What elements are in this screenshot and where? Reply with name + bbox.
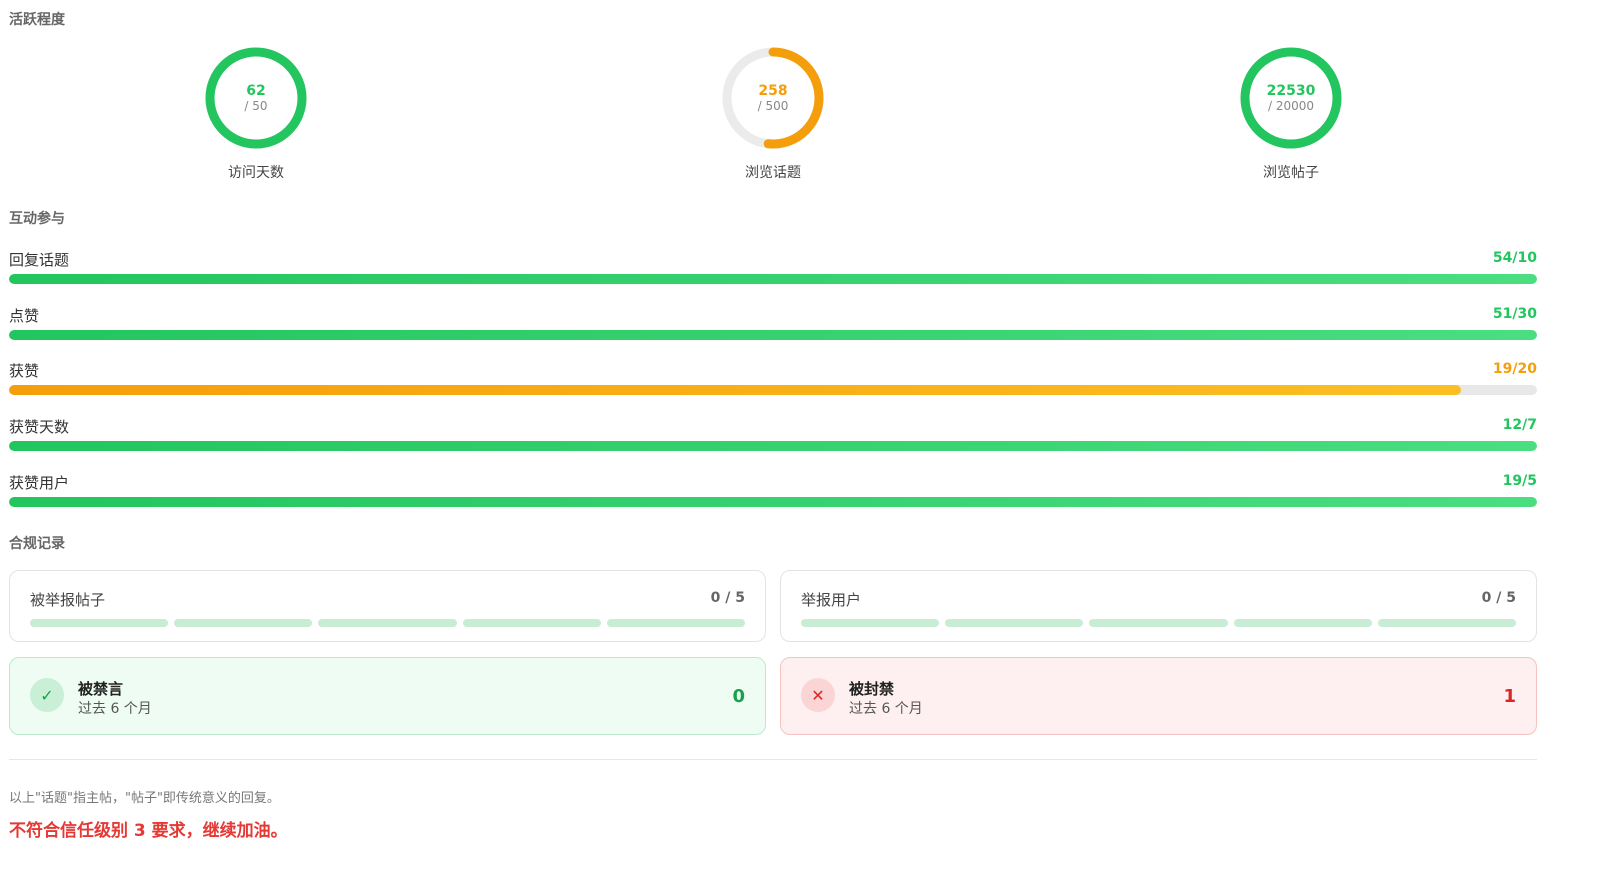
progress-fill	[9, 385, 1461, 395]
card-value: 0 / 5	[710, 590, 745, 606]
ring-label: 浏览话题	[745, 165, 801, 181]
ring-target: / 500	[757, 99, 789, 113]
progress-track	[9, 330, 1537, 340]
progress-label: 回复话题	[9, 251, 70, 269]
progress-row-liked-days: 获赞天数 12/7	[9, 416, 1537, 456]
status-count: 0	[732, 686, 745, 707]
status-subtitle: 过去 6 个月	[78, 701, 152, 717]
section-title-activity: 活跃程度	[9, 12, 65, 28]
segment	[318, 619, 457, 627]
section-title-interaction: 互动参与	[9, 211, 65, 227]
progress-value: 19/20	[1492, 361, 1537, 377]
ring-label: 访问天数	[228, 165, 284, 181]
card-value: 0 / 5	[1481, 590, 1516, 606]
status-title: 被封禁	[849, 680, 895, 698]
ring-visit-days: 62 / 50 访问天数	[186, 46, 326, 186]
ring-target: / 50	[244, 99, 268, 113]
status-card-silenced: ✓ 被禁言 过去 6 个月 0	[9, 657, 766, 735]
status-card-suspended: ✕ 被封禁 过去 6 个月 1	[780, 657, 1537, 735]
segment	[462, 619, 601, 627]
progress-row-liked-users: 获赞用户 19/5	[9, 472, 1537, 512]
segment	[801, 619, 940, 627]
ring-value: 62	[246, 83, 266, 99]
card-reported-posts: 被举报帖子 0 / 5	[9, 570, 766, 642]
segment	[1233, 619, 1372, 627]
close-icon: ✕	[801, 678, 835, 712]
progress-fill	[9, 497, 1537, 507]
segment	[30, 619, 169, 627]
segment	[606, 619, 746, 627]
divider	[9, 759, 1537, 760]
activity-rings: 62 / 50 访问天数 258 / 500 浏览话题 22530 / 2000…	[9, 46, 1537, 186]
ring-target: / 20000	[1267, 99, 1315, 113]
ring-topics-viewed: 258 / 500 浏览话题	[703, 46, 843, 186]
ring-value: 258	[758, 83, 788, 99]
status-subtitle: 过去 6 个月	[849, 701, 923, 717]
progress-value: 19/5	[1502, 473, 1537, 489]
segment	[1089, 619, 1228, 627]
progress-row-replies: 回复话题 54/10	[9, 249, 1537, 289]
progress-row-likes-given: 点赞 51/30	[9, 305, 1537, 345]
status-title: 被禁言	[78, 680, 124, 698]
progress-fill	[9, 330, 1537, 340]
status-count: 1	[1503, 686, 1516, 707]
progress-track	[9, 385, 1537, 395]
card-reported-users: 举报用户 0 / 5	[780, 570, 1537, 642]
progress-row-likes-received: 获赞 19/20	[9, 360, 1537, 400]
segment	[945, 619, 1084, 627]
footnote: 以上"话题"指主帖，"帖子"即传统意义的回复。	[9, 791, 280, 806]
progress-label: 获赞用户	[9, 474, 70, 492]
card-label: 举报用户	[801, 591, 862, 609]
progress-label: 获赞	[9, 362, 40, 380]
progress-fill	[9, 274, 1537, 284]
progress-track	[9, 441, 1537, 451]
progress-track	[9, 274, 1537, 284]
segment-bar	[801, 619, 1517, 627]
ring-value: 22530	[1266, 83, 1316, 99]
ring-label: 浏览帖子	[1263, 165, 1319, 181]
check-icon: ✓	[30, 678, 64, 712]
progress-track	[9, 497, 1537, 507]
progress-value: 51/30	[1492, 306, 1537, 322]
ring-posts-viewed: 22530 / 20000 浏览帖子	[1221, 46, 1361, 186]
segment-bar	[30, 619, 746, 627]
card-label: 被举报帖子	[30, 591, 106, 609]
progress-value: 54/10	[1492, 250, 1537, 266]
progress-label: 点赞	[9, 307, 40, 325]
progress-value: 12/7	[1502, 417, 1537, 433]
segment	[174, 619, 313, 627]
trust-verdict: 不符合信任级别 3 要求，继续加油。	[9, 821, 288, 841]
progress-fill	[9, 441, 1537, 451]
progress-label: 获赞天数	[9, 418, 70, 436]
section-title-compliance: 合规记录	[9, 536, 65, 552]
segment	[1377, 619, 1517, 627]
